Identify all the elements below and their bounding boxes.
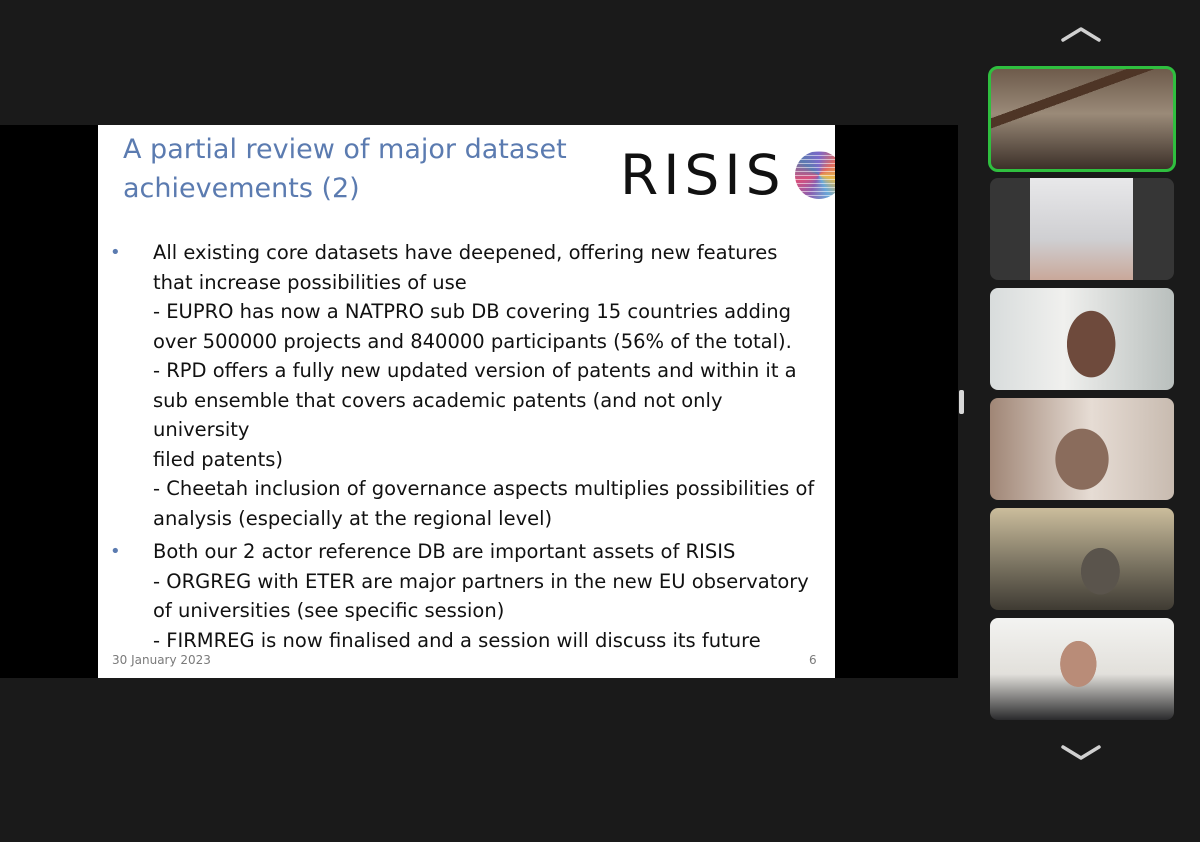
bullet-line: sub ensemble that covers academic patent… bbox=[153, 388, 723, 442]
bullet-text: All existing core datasets have deepened… bbox=[153, 238, 825, 533]
participant-video-tile[interactable] bbox=[990, 618, 1174, 720]
slide-footer-date: 30 January 2023 bbox=[112, 653, 211, 667]
bullet-marker: • bbox=[110, 242, 121, 263]
bullet-line: - RPD offers a fully new updated version… bbox=[153, 359, 797, 382]
bullet-line: - Cheetah inclusion of governance aspect… bbox=[153, 477, 815, 500]
bullet-line: that increase possibilities of use bbox=[153, 270, 467, 294]
scroll-down-button[interactable] bbox=[1058, 741, 1104, 765]
scroll-up-button[interactable] bbox=[1058, 22, 1104, 46]
participant-video-tile[interactable] bbox=[990, 398, 1174, 500]
slide-bullet-list: • All existing core datasets have deepen… bbox=[110, 238, 825, 659]
risis-logo: RISIS bbox=[620, 143, 835, 207]
participant-video-feed bbox=[1030, 178, 1133, 280]
word-cloud-logo-icon bbox=[795, 151, 835, 199]
chevron-up-icon bbox=[1061, 27, 1101, 42]
bullet-marker: • bbox=[110, 541, 121, 562]
bullet-item: • All existing core datasets have deepen… bbox=[110, 238, 825, 533]
bullet-line: - FIRMREG is now finalised and a session… bbox=[153, 628, 761, 652]
bullet-text: Both our 2 actor reference DB are import… bbox=[153, 537, 825, 655]
bullet-line: filed patents) bbox=[153, 447, 284, 471]
bullet-line: Both our 2 actor reference DB are import… bbox=[153, 540, 736, 563]
chevron-down-icon bbox=[1061, 745, 1101, 760]
bullet-item: • Both our 2 actor reference DB are impo… bbox=[110, 537, 825, 655]
participant-video-tile[interactable] bbox=[990, 178, 1174, 280]
slide-page-number: 6 bbox=[809, 653, 817, 667]
logo-text: RISIS bbox=[620, 143, 786, 207]
participant-video-tile[interactable] bbox=[990, 508, 1174, 610]
bullet-line: - EUPRO has now a NATPRO sub DB covering… bbox=[153, 300, 792, 323]
bullet-line: - ORGREG with ETER are major partners in… bbox=[153, 569, 809, 593]
bullet-line: analysis (especially at the regional lev… bbox=[153, 506, 553, 530]
bullet-line: All existing core datasets have deepened… bbox=[153, 241, 778, 264]
participant-video-tile[interactable] bbox=[990, 288, 1174, 390]
panel-resize-handle[interactable] bbox=[959, 390, 964, 414]
slide-title: A partial review of major dataset achiev… bbox=[123, 134, 567, 204]
bullet-line: over 500000 projects and 840000 particip… bbox=[153, 329, 792, 353]
presentation-slide: A partial review of major dataset achiev… bbox=[98, 125, 835, 678]
bullet-line: of universities (see specific session) bbox=[153, 599, 505, 622]
participant-video-tile-active-speaker[interactable] bbox=[988, 66, 1176, 172]
